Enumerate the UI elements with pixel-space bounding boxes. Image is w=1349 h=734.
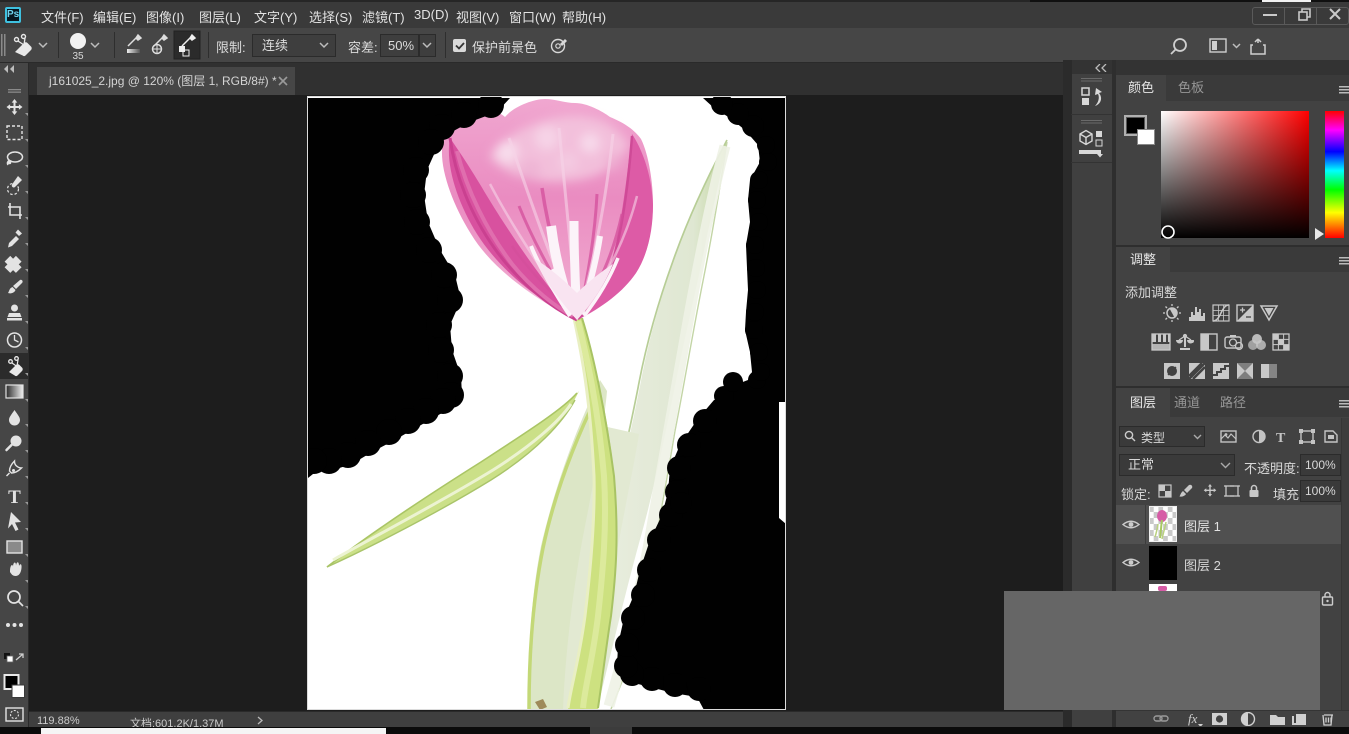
svg-text:35: 35: [72, 51, 84, 62]
svg-text:T: T: [1276, 431, 1286, 446]
svg-text:T: T: [8, 487, 21, 508]
svg-text:fx: fx: [1188, 712, 1198, 726]
